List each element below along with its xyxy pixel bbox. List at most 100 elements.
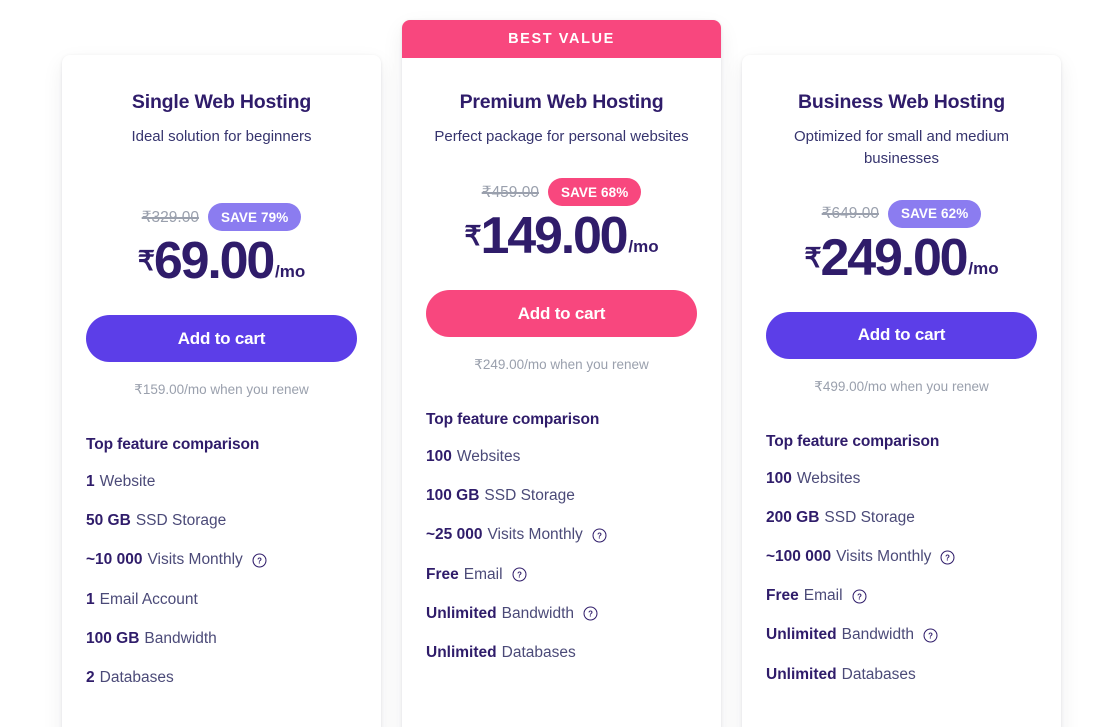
help-circle-icon[interactable]: ?: [592, 528, 607, 543]
svg-text:?: ?: [928, 632, 933, 641]
current-price: ₹ 249.00 /mo: [766, 232, 1037, 284]
plan-subtitle: Optimized for small and medium businesse…: [793, 128, 1010, 168]
best-value-banner: BEST VALUE: [402, 20, 721, 58]
feature-value: 200 GB: [766, 509, 820, 527]
feature-label: Bandwidth: [501, 604, 575, 622]
feature-rows: 100 Websites 200 GB SSD Storage ~100 000 Visi…: [766, 469, 1037, 685]
currency-symbol: ₹: [137, 246, 155, 277]
feature-list-heading: Top feature comparison: [86, 436, 260, 454]
feature-label: Visits Monthly: [487, 526, 583, 544]
pricing-card-single[interactable]: Single Web Hosting Ideal solution for be…: [62, 55, 381, 727]
save-badge: SAVE 68%: [547, 178, 642, 207]
price-amount: 149.00: [480, 207, 629, 266]
old-price-row: ₹329.00 SAVE 79%: [86, 203, 357, 232]
svg-text:?: ?: [597, 532, 602, 541]
help-circle-icon[interactable]: ?: [252, 553, 267, 568]
help-circle-icon[interactable]: ?: [940, 550, 955, 565]
feature-value: 50 GB: [86, 512, 131, 530]
renewal-note: ₹159.00/mo when you renew: [134, 382, 309, 398]
feature-row: 100 GB Bandwidth: [86, 629, 357, 649]
feature-list: Top feature comparison 1 Website 50 GB SSD …: [86, 436, 357, 727]
pricing-card-business[interactable]: Business Web Hosting Optimized for small…: [742, 55, 1061, 727]
feature-row: 1 Website: [86, 472, 357, 492]
feature-rows: 100 Websites 100 GB SSD Storage ~25 000 Visit…: [426, 447, 697, 663]
feature-value: ~100 000: [766, 548, 832, 566]
feature-value: 100: [766, 469, 792, 487]
add-to-cart-button[interactable]: Add to cart: [86, 315, 357, 363]
plan-title: Single Web Hosting: [131, 91, 312, 113]
feature-rows: 1 Website 50 GB SSD Storage ~10 000 Visits Mo…: [86, 472, 357, 688]
feature-label: Website: [99, 473, 156, 491]
feature-row: Unlimited Databases: [766, 665, 1037, 685]
current-price: ₹ 149.00 /mo: [426, 210, 697, 262]
svg-text:?: ?: [517, 571, 522, 580]
feature-value: Unlimited: [426, 604, 497, 622]
plan-subtitle: Perfect package for personal websites: [434, 128, 689, 146]
feature-row: 100 Websites: [766, 469, 1037, 489]
currency-symbol: ₹: [804, 242, 821, 273]
plan-title: Premium Web Hosting: [459, 91, 664, 113]
plan-subtitle: Ideal solution for beginners: [131, 128, 312, 146]
feature-list-heading: Top feature comparison: [426, 411, 600, 429]
feature-row: Free Email?: [766, 586, 1037, 606]
help-circle-icon[interactable]: ?: [923, 628, 938, 643]
help-circle-icon[interactable]: ?: [583, 606, 598, 621]
old-price-row: ₹459.00 SAVE 68%: [426, 178, 697, 207]
svg-text:?: ?: [257, 557, 262, 566]
feature-row: 1 Email Account: [86, 590, 357, 610]
feature-label: Databases: [501, 643, 576, 661]
feature-row: Free Email?: [426, 565, 697, 585]
feature-value: 1: [86, 473, 95, 491]
price-block: ₹329.00 SAVE 79% ₹ 69.00 /mo: [86, 148, 357, 287]
old-price: ₹649.00: [821, 205, 879, 223]
feature-label: Email: [803, 587, 843, 605]
feature-label: Visits Monthly: [836, 548, 932, 566]
feature-value: ~25 000: [426, 526, 483, 544]
feature-label: Visits Monthly: [147, 551, 243, 569]
feature-label: Websites: [456, 448, 521, 466]
price-period: /mo: [968, 258, 999, 278]
price-amount: 249.00: [820, 228, 969, 287]
feature-row: 50 GB SSD Storage: [86, 511, 357, 531]
help-circle-icon[interactable]: ?: [852, 589, 867, 604]
feature-value: 100: [426, 448, 452, 466]
svg-text:?: ?: [588, 610, 593, 619]
add-to-cart-button[interactable]: Add to cart: [426, 290, 697, 338]
old-price: ₹329.00: [141, 208, 199, 226]
feature-row: Unlimited Databases: [426, 643, 697, 663]
currency-symbol: ₹: [464, 221, 481, 252]
svg-text:?: ?: [946, 553, 951, 562]
feature-value: Unlimited: [766, 665, 837, 683]
feature-value: 100 GB: [86, 629, 140, 647]
feature-label: Databases: [841, 665, 916, 683]
card-body: Premium Web Hosting Perfect package for …: [402, 58, 721, 722]
save-badge: SAVE 79%: [207, 203, 302, 232]
card-body: Single Web Hosting Ideal solution for be…: [62, 55, 381, 727]
feature-value: 100 GB: [426, 487, 480, 505]
feature-row: 100 GB SSD Storage: [426, 486, 697, 506]
price-period: /mo: [628, 237, 659, 257]
price-block: ₹459.00 SAVE 68% ₹ 149.00 /mo: [426, 148, 697, 262]
old-price-row: ₹649.00 SAVE 62%: [766, 199, 1037, 228]
feature-row: Unlimited Bandwidth?: [426, 604, 697, 624]
feature-row: 100 Websites: [426, 447, 697, 467]
pricing-plans-page: Single Web Hosting Ideal solution for be…: [0, 0, 1108, 727]
feature-label: Websites: [796, 469, 861, 487]
add-to-cart-button[interactable]: Add to cart: [766, 311, 1037, 359]
save-badge: SAVE 62%: [887, 199, 982, 228]
help-circle-icon[interactable]: ?: [512, 567, 527, 582]
feature-value: Unlimited: [426, 643, 497, 661]
feature-label: Email Account: [99, 590, 198, 608]
feature-list: Top feature comparison 100 Websites 200 GB…: [766, 433, 1037, 727]
feature-row: ~10 000 Visits Monthly?: [86, 550, 357, 570]
feature-value: ~10 000: [86, 551, 143, 569]
plan-title: Business Web Hosting: [798, 91, 1005, 113]
feature-row: ~100 000 Visits Monthly?: [766, 547, 1037, 567]
price-period: /mo: [275, 262, 306, 282]
svg-text:?: ?: [857, 592, 862, 601]
pricing-card-premium[interactable]: BEST VALUE Premium Web Hosting Perfect p…: [402, 20, 721, 727]
feature-row: ~25 000 Visits Monthly?: [426, 525, 697, 545]
feature-value: Free: [766, 587, 799, 605]
feature-row: Unlimited Bandwidth?: [766, 625, 1037, 645]
feature-row: 200 GB SSD Storage: [766, 508, 1037, 528]
